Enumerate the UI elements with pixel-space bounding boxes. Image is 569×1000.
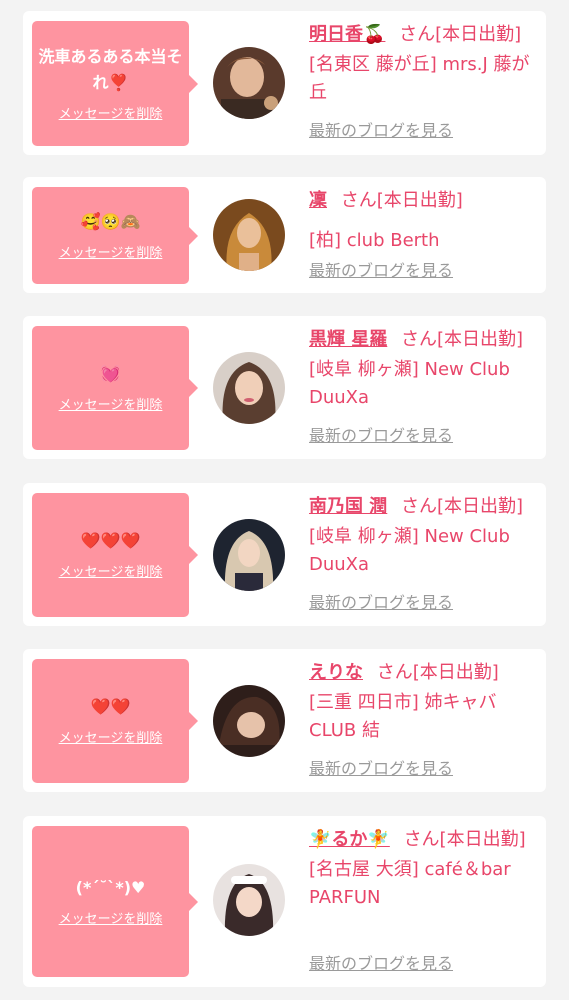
avatar[interactable] <box>213 47 285 119</box>
cast-status: さん[本日出勤] <box>401 329 524 350</box>
message-card: ❤️❤️ メッセージを削除 えりな さん[本日出勤] [三重 四日市] 姉キャバ… <box>23 649 546 792</box>
message-text: 💓 <box>100 364 121 383</box>
blog-link[interactable]: 最新のブログを見る <box>309 120 453 142</box>
message-bubble: ❤️❤️❤️ メッセージを削除 <box>32 493 198 617</box>
message-text: ❤️❤️ <box>90 697 131 716</box>
cast-name-link[interactable]: 黒輝 星羅 <box>309 329 387 350</box>
delete-message-link[interactable]: メッセージを削除 <box>59 106 163 124</box>
cast-status: さん[本日出勤] <box>340 190 463 211</box>
message-bubble: 洗車あるある本当それ❣️ メッセージを削除 <box>32 21 198 146</box>
delete-message-link[interactable]: メッセージを削除 <box>59 911 163 929</box>
avatar[interactable] <box>213 685 285 757</box>
message-bubble: 🥰🥺🙈 メッセージを削除 <box>32 187 198 284</box>
delete-message-link[interactable]: メッセージを削除 <box>59 730 163 748</box>
message-bubble: 💓 メッセージを削除 <box>32 326 198 450</box>
cast-info: 明日香🍒 さん[本日出勤] [名東区 藤が丘] mrs.J 藤が丘 <box>309 21 541 107</box>
delete-message-link[interactable]: メッセージを削除 <box>59 564 163 582</box>
cast-status: さん[本日出勤] <box>376 662 499 683</box>
shop-name: [柏] club Berth <box>309 230 440 251</box>
message-text: (*´˘`*)♥ <box>75 877 146 897</box>
delete-message-link[interactable]: メッセージを削除 <box>59 397 163 415</box>
message-card: 💓 メッセージを削除 黒輝 星羅 さん[本日出勤] [岐阜 柳ヶ瀬] New C… <box>23 316 546 459</box>
shop-name: [名東区 藤が丘] mrs.J 藤が丘 <box>309 54 530 103</box>
cast-name-link[interactable]: 南乃国 潤 <box>309 496 387 517</box>
avatar[interactable] <box>213 352 285 424</box>
cast-info: 凜 さん[本日出勤] [柏] club Berth <box>309 187 541 255</box>
blog-link[interactable]: 最新のブログを見る <box>309 953 453 975</box>
avatar[interactable] <box>213 519 285 591</box>
cast-info: 黒輝 星羅 さん[本日出勤] [岐阜 柳ヶ瀬] New Club DuuXa <box>309 326 541 412</box>
message-card: ❤️❤️❤️ メッセージを削除 南乃国 潤 さん[本日出勤] [岐阜 柳ヶ瀬] … <box>23 483 546 626</box>
shop-name: [三重 四日市] 姉キャバ CLUB 結 <box>309 692 497 741</box>
cast-info: 🧚るか🧚 さん[本日出勤] [名古屋 大須] café＆bar PARFUN <box>309 826 541 912</box>
avatar[interactable] <box>213 199 285 271</box>
message-card: 🥰🥺🙈 メッセージを削除 凜 さん[本日出勤] [柏] club Berth 最… <box>23 177 546 293</box>
cast-name-link[interactable]: 🧚るか🧚 <box>309 829 390 850</box>
shop-name: [岐阜 柳ヶ瀬] New Club DuuXa <box>309 526 510 575</box>
blog-link[interactable]: 最新のブログを見る <box>309 425 453 447</box>
blog-link[interactable]: 最新のブログを見る <box>309 260 453 282</box>
message-text: 洗車あるある本当それ❣️ <box>38 46 183 92</box>
avatar[interactable] <box>213 864 285 936</box>
cast-name-link[interactable]: えりな <box>309 662 363 683</box>
shop-name: [岐阜 柳ヶ瀬] New Club DuuXa <box>309 359 510 408</box>
cast-status: さん[本日出勤] <box>403 829 526 850</box>
cast-status: さん[本日出勤] <box>399 24 522 45</box>
message-card: 洗車あるある本当それ❣️ メッセージを削除 明日香🍒 さん[本日出勤] [名東区… <box>23 11 546 155</box>
message-card: (*´˘`*)♥ メッセージを削除 🧚るか🧚 さん[本日出勤] [名古屋 大須]… <box>23 816 546 987</box>
message-bubble: ❤️❤️ メッセージを削除 <box>32 659 198 783</box>
cast-info: えりな さん[本日出勤] [三重 四日市] 姉キャバ CLUB 結 <box>309 659 541 745</box>
blog-link[interactable]: 最新のブログを見る <box>309 758 453 780</box>
cast-info: 南乃国 潤 さん[本日出勤] [岐阜 柳ヶ瀬] New Club DuuXa <box>309 493 541 579</box>
shop-name: [名古屋 大須] café＆bar PARFUN <box>309 859 511 908</box>
cast-name-link[interactable]: 明日香🍒 <box>309 24 385 45</box>
message-text: ❤️❤️❤️ <box>80 531 141 550</box>
blog-link[interactable]: 最新のブログを見る <box>309 592 453 614</box>
message-bubble: (*´˘`*)♥ メッセージを削除 <box>32 826 198 977</box>
cast-status: さん[本日出勤] <box>401 496 524 517</box>
delete-message-link[interactable]: メッセージを削除 <box>59 245 163 263</box>
cast-name-link[interactable]: 凜 <box>309 190 327 211</box>
message-text: 🥰🥺🙈 <box>80 211 141 231</box>
